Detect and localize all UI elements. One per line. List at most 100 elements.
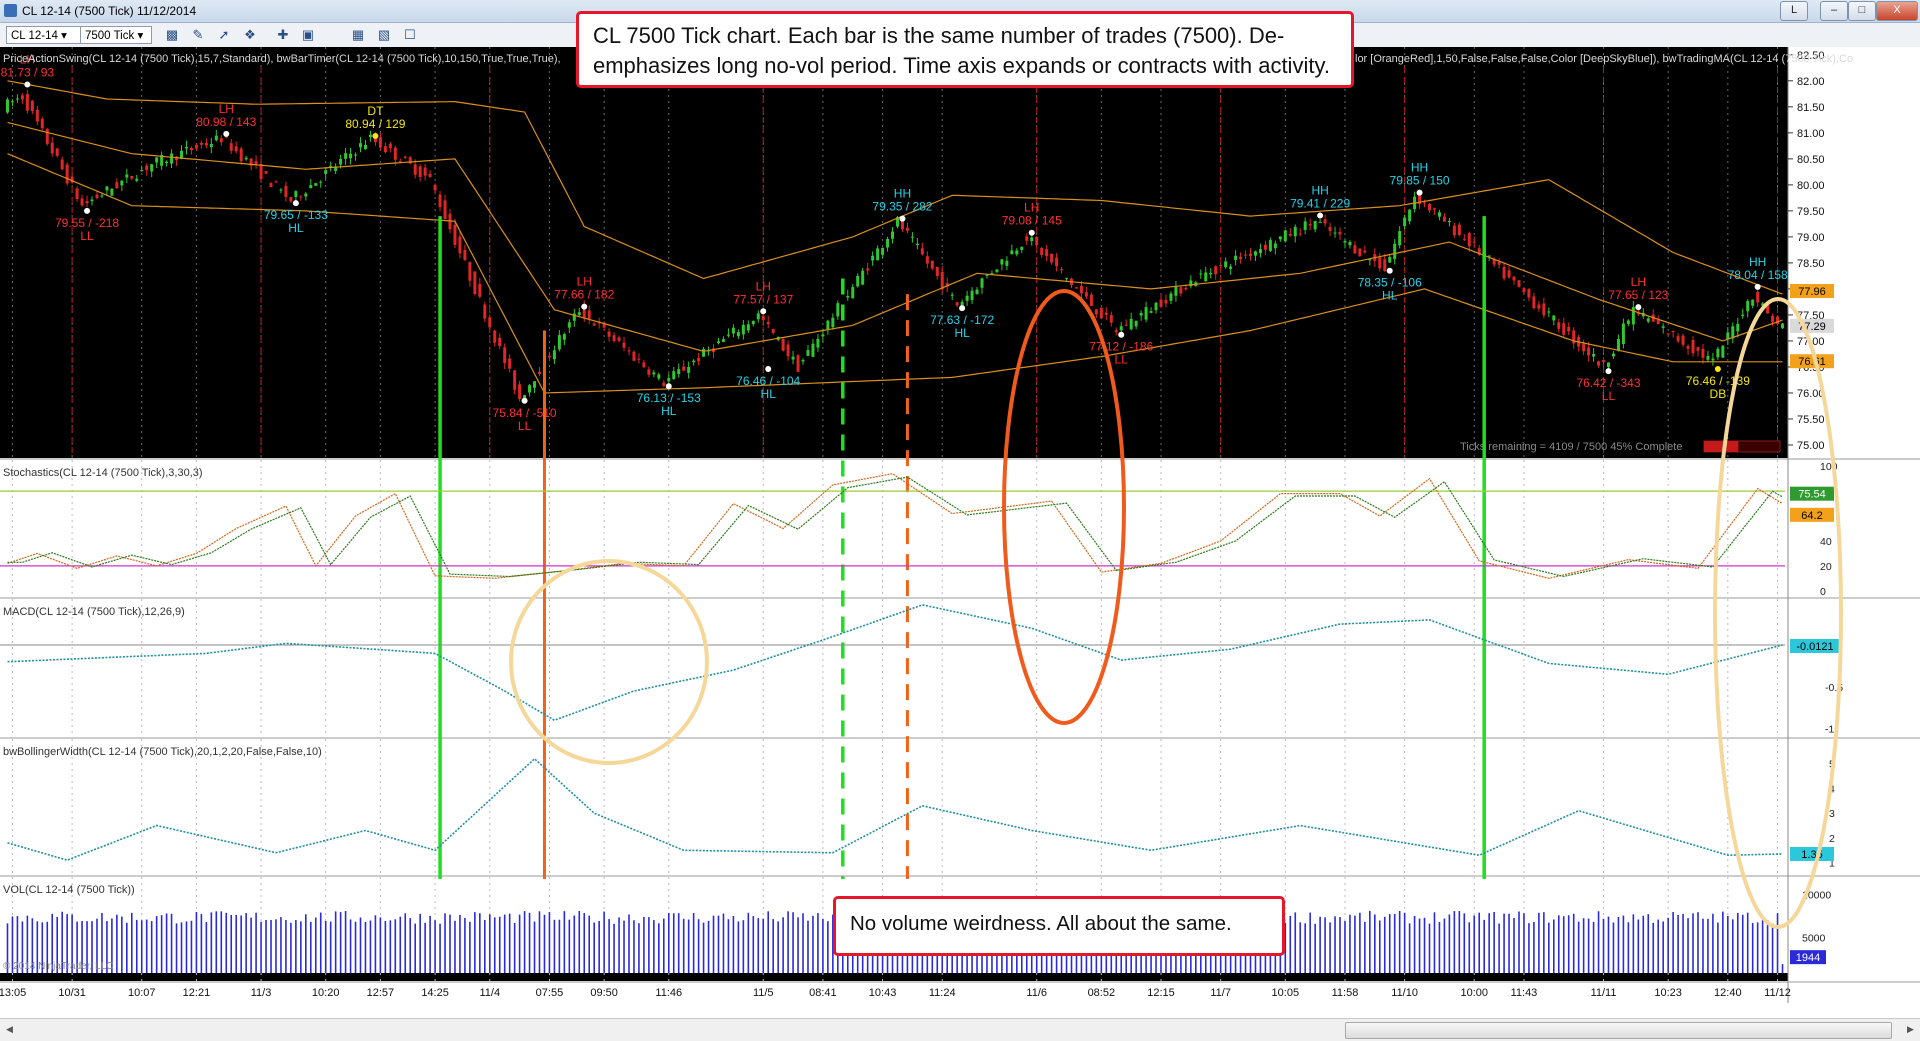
price-candle-down bbox=[955, 302, 959, 306]
price-candle-up bbox=[746, 324, 750, 331]
horizontal-scrollbar[interactable]: ◀ ▶ bbox=[0, 1018, 1920, 1041]
price-candle-up bbox=[1606, 362, 1610, 368]
period-selector[interactable]: 7500 Tick ▾ bbox=[80, 26, 152, 44]
price-candle-up bbox=[528, 385, 532, 393]
bar-style-icon[interactable]: ▩ bbox=[164, 27, 180, 43]
price-axis-label: 75.00 bbox=[1797, 440, 1825, 452]
price-candle-up bbox=[209, 143, 213, 148]
price-candle-down bbox=[1094, 309, 1098, 315]
price-candle-down bbox=[1756, 291, 1760, 303]
price-candle-down bbox=[1602, 360, 1606, 363]
price-candle-up bbox=[184, 146, 188, 149]
swing-label-text: LL bbox=[1602, 389, 1616, 403]
time-axis-label: 10:20 bbox=[312, 987, 340, 999]
time-axis-label: 11/6 bbox=[1026, 987, 1047, 999]
price-candle-down bbox=[254, 161, 258, 165]
price-panel-background bbox=[0, 47, 1788, 458]
price-candle-up bbox=[1616, 338, 1620, 351]
price-candle-down bbox=[468, 262, 472, 281]
chart-area[interactable]: LH81.73 / 9379.55 / -218LLLH80.98 / 1437… bbox=[0, 47, 1920, 1018]
swing-label-text: HL bbox=[1382, 289, 1398, 303]
price-candle-down bbox=[433, 184, 437, 191]
swing-label-text: LH bbox=[577, 275, 592, 289]
price-candle-down bbox=[1179, 287, 1183, 294]
price-candle-down bbox=[1363, 250, 1367, 253]
swing-point-dot bbox=[292, 200, 299, 207]
price-candle-up bbox=[1388, 256, 1392, 263]
bar-timer-fill bbox=[1704, 441, 1739, 452]
price-candle-down bbox=[1249, 253, 1253, 256]
price-candle-down bbox=[1567, 326, 1571, 332]
scroll-left-icon[interactable]: ◀ bbox=[2, 1022, 17, 1037]
time-axis-label: 11:24 bbox=[929, 987, 956, 999]
volume-baseline-band bbox=[0, 973, 1788, 981]
swing-label-text: 77.65 / 123 bbox=[1608, 288, 1668, 302]
chevron-down-icon: ▾ bbox=[137, 30, 144, 42]
price-candle-up bbox=[533, 381, 537, 388]
price-candle-up bbox=[950, 294, 954, 296]
price-candle-up bbox=[871, 255, 875, 261]
swing-label-text: 79.65 / -133 bbox=[264, 208, 328, 222]
time-axis-label: 11:46 bbox=[655, 987, 682, 999]
restore-button[interactable]: – bbox=[1820, 1, 1848, 21]
time-axis-label: 10:43 bbox=[869, 987, 897, 999]
price-candle-down bbox=[453, 224, 457, 245]
swing-label-text: 79.08 / 145 bbox=[1002, 214, 1062, 228]
scrollbar-thumb[interactable] bbox=[1345, 1022, 1892, 1039]
drag-icon[interactable]: ❖ bbox=[242, 27, 258, 43]
swing-label-text: 75.84 / -510 bbox=[493, 406, 557, 420]
stochastics-axis-label: 40 bbox=[1820, 536, 1832, 548]
price-candle-up bbox=[1403, 217, 1407, 227]
price-candle-up bbox=[995, 269, 999, 272]
crosshair-icon[interactable]: ✚ bbox=[275, 27, 291, 43]
draw-tool-icon[interactable]: ✎ bbox=[190, 27, 206, 43]
price-candle-up bbox=[1229, 266, 1233, 269]
swing-point-dot bbox=[1118, 331, 1125, 338]
price-candle-down bbox=[259, 164, 263, 180]
close-button[interactable]: X bbox=[1876, 1, 1918, 21]
price-candle-down bbox=[592, 323, 596, 326]
price-candle-up bbox=[1273, 243, 1277, 249]
price-axis-label: 81.00 bbox=[1797, 128, 1825, 140]
price-candle-down bbox=[1457, 224, 1461, 236]
minimize-button[interactable]: L bbox=[1780, 1, 1808, 21]
price-candle-up bbox=[965, 295, 969, 301]
scroll-right-icon[interactable]: ▶ bbox=[1903, 1022, 1918, 1037]
price-candle-up bbox=[1204, 272, 1208, 282]
swing-label-text: HH bbox=[894, 187, 911, 201]
price-candle-up bbox=[523, 395, 527, 399]
maximize-button[interactable]: □ bbox=[1848, 1, 1876, 21]
time-axis-label: 12:57 bbox=[367, 987, 395, 999]
price-candle-up bbox=[687, 366, 691, 373]
line-tool-icon[interactable]: ➚ bbox=[216, 27, 232, 43]
time-axis-label: 13:05 bbox=[0, 987, 26, 999]
swing-point-dot bbox=[1635, 304, 1642, 311]
price-candle-down bbox=[45, 128, 49, 144]
properties-icon[interactable]: ☐ bbox=[402, 27, 418, 43]
price-candle-up bbox=[363, 144, 367, 150]
price-candle-down bbox=[1691, 340, 1695, 354]
zoom-icon[interactable]: ▣ bbox=[300, 27, 316, 43]
price-candle-up bbox=[975, 289, 979, 295]
price-candle-down bbox=[1353, 245, 1357, 254]
indicators-icon[interactable]: ▦ bbox=[350, 27, 366, 43]
price-candle-down bbox=[1557, 322, 1561, 329]
price-candle-up bbox=[672, 371, 676, 380]
price-candle-down bbox=[488, 317, 492, 328]
price-candle-down bbox=[1427, 203, 1431, 211]
price-candle-up bbox=[552, 350, 556, 360]
swing-label-text: LH bbox=[219, 102, 234, 116]
price-candle-up bbox=[756, 313, 760, 320]
swing-label-text: 77.66 / 182 bbox=[554, 288, 614, 302]
price-candle-down bbox=[761, 315, 765, 321]
price-candle-down bbox=[473, 271, 477, 294]
swing-point-dot bbox=[899, 215, 906, 222]
price-candle-up bbox=[354, 154, 358, 156]
price-candle-up bbox=[741, 324, 745, 335]
price-candle-down bbox=[766, 321, 770, 325]
strategies-icon[interactable]: ▧ bbox=[376, 27, 392, 43]
instrument-selector[interactable]: CL 12-14 ▾ bbox=[6, 26, 82, 44]
price-candle-down bbox=[403, 156, 407, 158]
price-candle-up bbox=[349, 153, 353, 159]
price-candle-down bbox=[498, 337, 502, 347]
